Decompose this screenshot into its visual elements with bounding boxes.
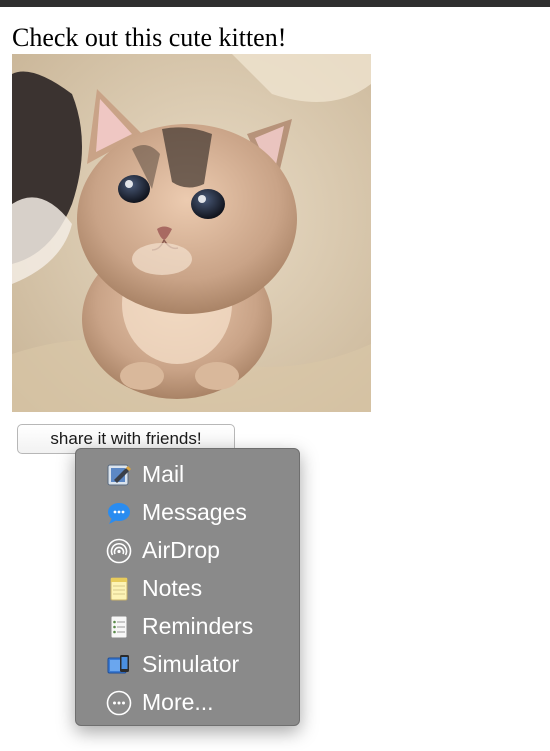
menu-item-label: Notes (142, 575, 203, 601)
simulator-icon (106, 652, 132, 678)
page-heading: Check out this cute kitten! (12, 23, 287, 52)
more-icon (106, 690, 132, 716)
window-top-bar (0, 0, 550, 7)
notes-icon (106, 576, 132, 602)
menu-item-label: Simulator (142, 651, 240, 677)
menu-item-simulator[interactable]: Simulator (76, 645, 299, 683)
menu-item-label: Mail (142, 461, 185, 487)
menu-item-notes[interactable]: Notes (76, 569, 299, 607)
menu-item-mail[interactable]: Mail (76, 455, 299, 493)
menu-item-label: More... (142, 689, 214, 715)
kitten-photo (12, 54, 371, 412)
airdrop-icon (106, 538, 132, 564)
messages-icon (106, 500, 132, 526)
reminders-icon (106, 614, 132, 640)
menu-item-label: Messages (142, 499, 247, 525)
mail-icon (106, 462, 132, 488)
menu-item-more[interactable]: More... (76, 683, 299, 721)
menu-item-label: Reminders (142, 613, 254, 639)
menu-item-label: AirDrop (142, 537, 220, 563)
share-menu: Mail Messages AirDrop Notes Reminders Si… (75, 448, 300, 726)
menu-item-reminders[interactable]: Reminders (76, 607, 299, 645)
menu-item-messages[interactable]: Messages (76, 493, 299, 531)
menu-item-airdrop[interactable]: AirDrop (76, 531, 299, 569)
